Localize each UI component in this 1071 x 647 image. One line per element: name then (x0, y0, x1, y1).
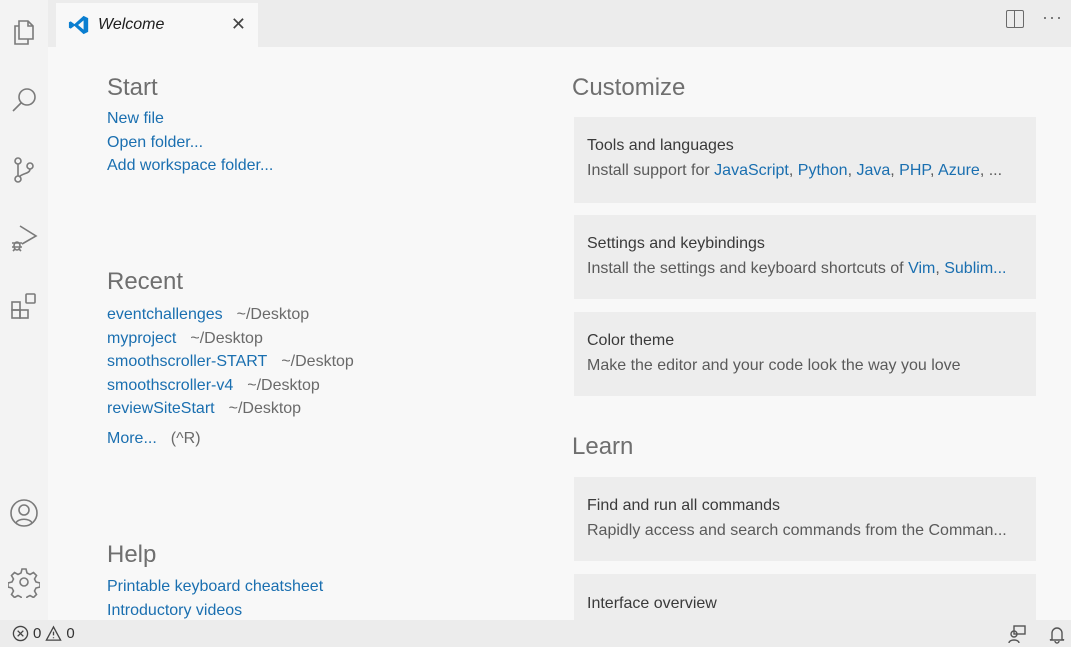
card-title: Settings and keybindings (587, 235, 765, 252)
introductory-videos-link[interactable]: Introductory videos (107, 599, 323, 623)
feedback-icon[interactable] (1007, 624, 1027, 644)
open-folder-link[interactable]: Open folder... (107, 131, 273, 155)
recent-item: eventchallenges ~/Desktop (107, 303, 354, 327)
card-title: Color theme (587, 332, 675, 349)
accounts-icon[interactable] (6, 495, 42, 531)
card-title: Tools and languages (587, 137, 734, 154)
card-settings-and-keybindings[interactable]: Settings and keybindings Install the set… (574, 215, 1036, 299)
notifications-bell-icon[interactable] (1047, 624, 1067, 644)
help-links: Printable keyboard cheatsheet Introducto… (107, 575, 323, 622)
editor-actions: ··· (1006, 8, 1071, 28)
php-link[interactable]: PHP (899, 162, 930, 179)
vim-link[interactable]: Vim (908, 260, 935, 277)
start-title: Start (107, 74, 158, 101)
manage-gear-icon[interactable] (6, 564, 42, 600)
more-recent-link[interactable]: More... (107, 430, 157, 447)
add-workspace-folder-link[interactable]: Add workspace folder... (107, 154, 273, 178)
recent-item-link[interactable]: smoothscroller-v4 (107, 377, 233, 394)
recent-item-link[interactable]: eventchallenges (107, 306, 223, 323)
card-color-theme[interactable]: Color theme Make the editor and your cod… (574, 312, 1036, 396)
card-title: Find and run all commands (587, 497, 780, 514)
recent-item-path: ~/Desktop (281, 353, 354, 370)
welcome-page: Start New file Open folder... Add worksp… (48, 47, 1071, 620)
close-icon[interactable]: ✕ (231, 14, 246, 34)
source-control-icon[interactable] (6, 152, 42, 188)
more-actions-icon[interactable]: ··· (1042, 8, 1063, 28)
python-link[interactable]: Python (798, 162, 848, 179)
learn-title: Learn (572, 433, 634, 460)
start-links: New file Open folder... Add workspace fo… (107, 107, 273, 178)
recent-item: smoothscroller-START ~/Desktop (107, 350, 354, 374)
activity-bar (0, 0, 48, 620)
java-link[interactable]: Java (856, 162, 890, 179)
recent-item-path: ~/Desktop (236, 306, 310, 323)
recent-more-row: More... (^R) (107, 427, 354, 451)
run-and-debug-icon[interactable] (6, 220, 42, 256)
card-title: Interface overview (587, 595, 717, 612)
vscode-logo-icon (68, 15, 89, 35)
status-bar: 0 0 (0, 620, 1071, 647)
recent-item: reviewSiteStart ~/Desktop (107, 397, 354, 421)
card-description: Install the settings and keyboard shortc… (587, 260, 1007, 277)
recent-item-path: ~/Desktop (247, 376, 320, 394)
more-shortcut: (^R) (170, 429, 201, 447)
card-interface-overview[interactable]: Interface overview (574, 574, 1036, 620)
azure-link[interactable]: Azure (938, 162, 980, 179)
recent-title: Recent (107, 268, 184, 295)
recent-item: smoothscroller-v4 ~/Desktop (107, 374, 354, 398)
explorer-icon[interactable] (6, 14, 42, 50)
recent-item-path: ~/Desktop (228, 400, 302, 417)
editor-tab-bar: Welcome ✕ ··· (48, 0, 1071, 47)
recent-list: eventchallenges ~/Desktop myproject ~/Desk… (107, 303, 354, 450)
extensions-icon[interactable] (6, 288, 42, 324)
status-right (1007, 624, 1071, 644)
vscode-window: Welcome ✕ ··· Start New file Open folder… (0, 0, 1071, 647)
split-editor-icon[interactable] (1006, 10, 1025, 28)
error-icon (12, 625, 29, 642)
javascript-link[interactable]: JavaScript (714, 162, 789, 179)
help-title: Help (107, 541, 157, 568)
error-count: 0 (33, 625, 42, 642)
recent-item-link[interactable]: smoothscroller-START (107, 353, 267, 370)
card-description: Make the editor and your code look the w… (587, 357, 961, 374)
keyboard-cheatsheet-link[interactable]: Printable keyboard cheatsheet (107, 575, 323, 599)
sublime-link[interactable]: Sublim... (944, 260, 1006, 277)
card-find-and-run-commands[interactable]: Find and run all commands Rapidly access… (574, 477, 1036, 561)
tab-welcome[interactable]: Welcome ✕ (56, 3, 258, 47)
warning-count: 0 (66, 625, 75, 642)
recent-item-path: ~/Desktop (190, 329, 263, 347)
tab-title: Welcome (98, 16, 165, 33)
new-file-link[interactable]: New file (107, 107, 273, 131)
card-description: Rapidly access and search commands from … (587, 522, 1007, 539)
problems-indicator[interactable]: 0 0 (0, 625, 75, 642)
search-icon[interactable] (6, 82, 42, 118)
customize-title: Customize (572, 74, 686, 101)
recent-item: myproject ~/Desktop (107, 327, 354, 351)
warning-icon (45, 625, 63, 641)
card-description: Install support for JavaScript, Python, … (587, 162, 1003, 179)
recent-item-link[interactable]: reviewSiteStart (107, 400, 215, 417)
recent-item-link[interactable]: myproject (107, 330, 176, 347)
card-tools-and-languages[interactable]: Tools and languages Install support for … (574, 117, 1036, 203)
